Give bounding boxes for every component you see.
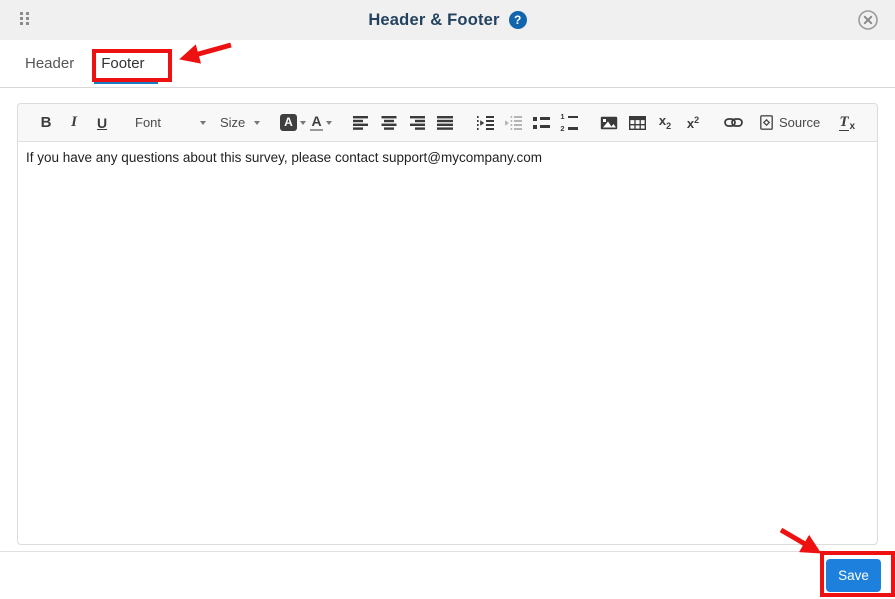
- align-center-button[interactable]: [376, 110, 402, 136]
- increase-indent-icon: [476, 115, 494, 130]
- subscript-button[interactable]: x2: [652, 110, 678, 136]
- tab-bar: Header Footer: [0, 40, 895, 88]
- link-button[interactable]: [720, 110, 746, 136]
- chevron-down-icon: [200, 120, 206, 125]
- bulleted-list-icon: [532, 116, 550, 129]
- close-icon[interactable]: [857, 9, 879, 31]
- editor-text: If you have any questions about this sur…: [26, 150, 542, 165]
- chevron-down-icon: [325, 120, 332, 125]
- source-document-icon: [760, 115, 773, 130]
- italic-button[interactable]: I: [61, 110, 87, 136]
- decrease-indent-button[interactable]: [500, 110, 526, 136]
- remove-format-icon: Tx: [839, 113, 856, 132]
- help-icon[interactable]: ?: [508, 11, 527, 29]
- background-color-button[interactable]: A: [280, 110, 306, 136]
- insert-image-button[interactable]: [596, 110, 622, 136]
- dialog-title: Header & Footer: [368, 10, 500, 29]
- underline-button[interactable]: U: [89, 110, 115, 136]
- tab-footer[interactable]: Footer: [101, 55, 144, 72]
- justify-icon: [437, 115, 453, 130]
- superscript-icon: x2: [686, 114, 700, 131]
- size-dropdown[interactable]: Size: [214, 110, 266, 136]
- font-dropdown[interactable]: Font: [129, 110, 212, 136]
- align-left-button[interactable]: [348, 110, 374, 136]
- table-icon: [628, 115, 646, 130]
- superscript-button[interactable]: x2: [680, 110, 706, 136]
- titlebar-center: Header & Footer ?: [0, 0, 895, 40]
- justify-button[interactable]: [432, 110, 458, 136]
- text-color-icon: A: [310, 113, 323, 131]
- link-icon: [723, 118, 743, 127]
- align-left-icon: [353, 115, 368, 130]
- insert-table-button[interactable]: [624, 110, 650, 136]
- increase-indent-button[interactable]: [472, 110, 498, 136]
- align-right-button[interactable]: [404, 110, 430, 136]
- header-footer-dialog: Header & Footer ? Header Footer B I U Fo…: [0, 0, 895, 599]
- save-button[interactable]: Save: [826, 559, 881, 592]
- chevron-down-icon: [254, 120, 260, 125]
- background-color-icon: A: [280, 114, 297, 131]
- editor-content[interactable]: If you have any questions about this sur…: [18, 142, 877, 544]
- bold-button[interactable]: B: [33, 110, 59, 136]
- active-tab-indicator: [94, 80, 158, 84]
- chevron-down-icon: [300, 120, 306, 125]
- editor-toolbar: B I U Font Size A A 1 2 x2 x2 Source Tx: [18, 104, 877, 142]
- remove-format-button[interactable]: Tx: [834, 110, 860, 136]
- text-color-button[interactable]: A: [308, 110, 334, 136]
- tab-header[interactable]: Header: [25, 55, 74, 72]
- rich-text-editor: B I U Font Size A A 1 2 x2 x2 Source Tx …: [17, 103, 878, 545]
- align-right-icon: [410, 115, 425, 130]
- numbered-list-icon: 1 2: [560, 113, 578, 132]
- source-button[interactable]: Source: [760, 110, 820, 136]
- titlebar: Header & Footer ?: [0, 0, 895, 40]
- align-center-icon: [381, 115, 397, 130]
- decrease-indent-icon: [504, 115, 522, 130]
- dialog-footer: Save: [0, 551, 895, 599]
- dialog-body: B I U Font Size A A 1 2 x2 x2 Source Tx …: [0, 88, 895, 545]
- image-icon: [600, 116, 618, 129]
- numbered-list-button[interactable]: 1 2: [556, 110, 582, 136]
- subscript-icon: x2: [658, 113, 672, 131]
- bulleted-list-button[interactable]: [528, 110, 554, 136]
